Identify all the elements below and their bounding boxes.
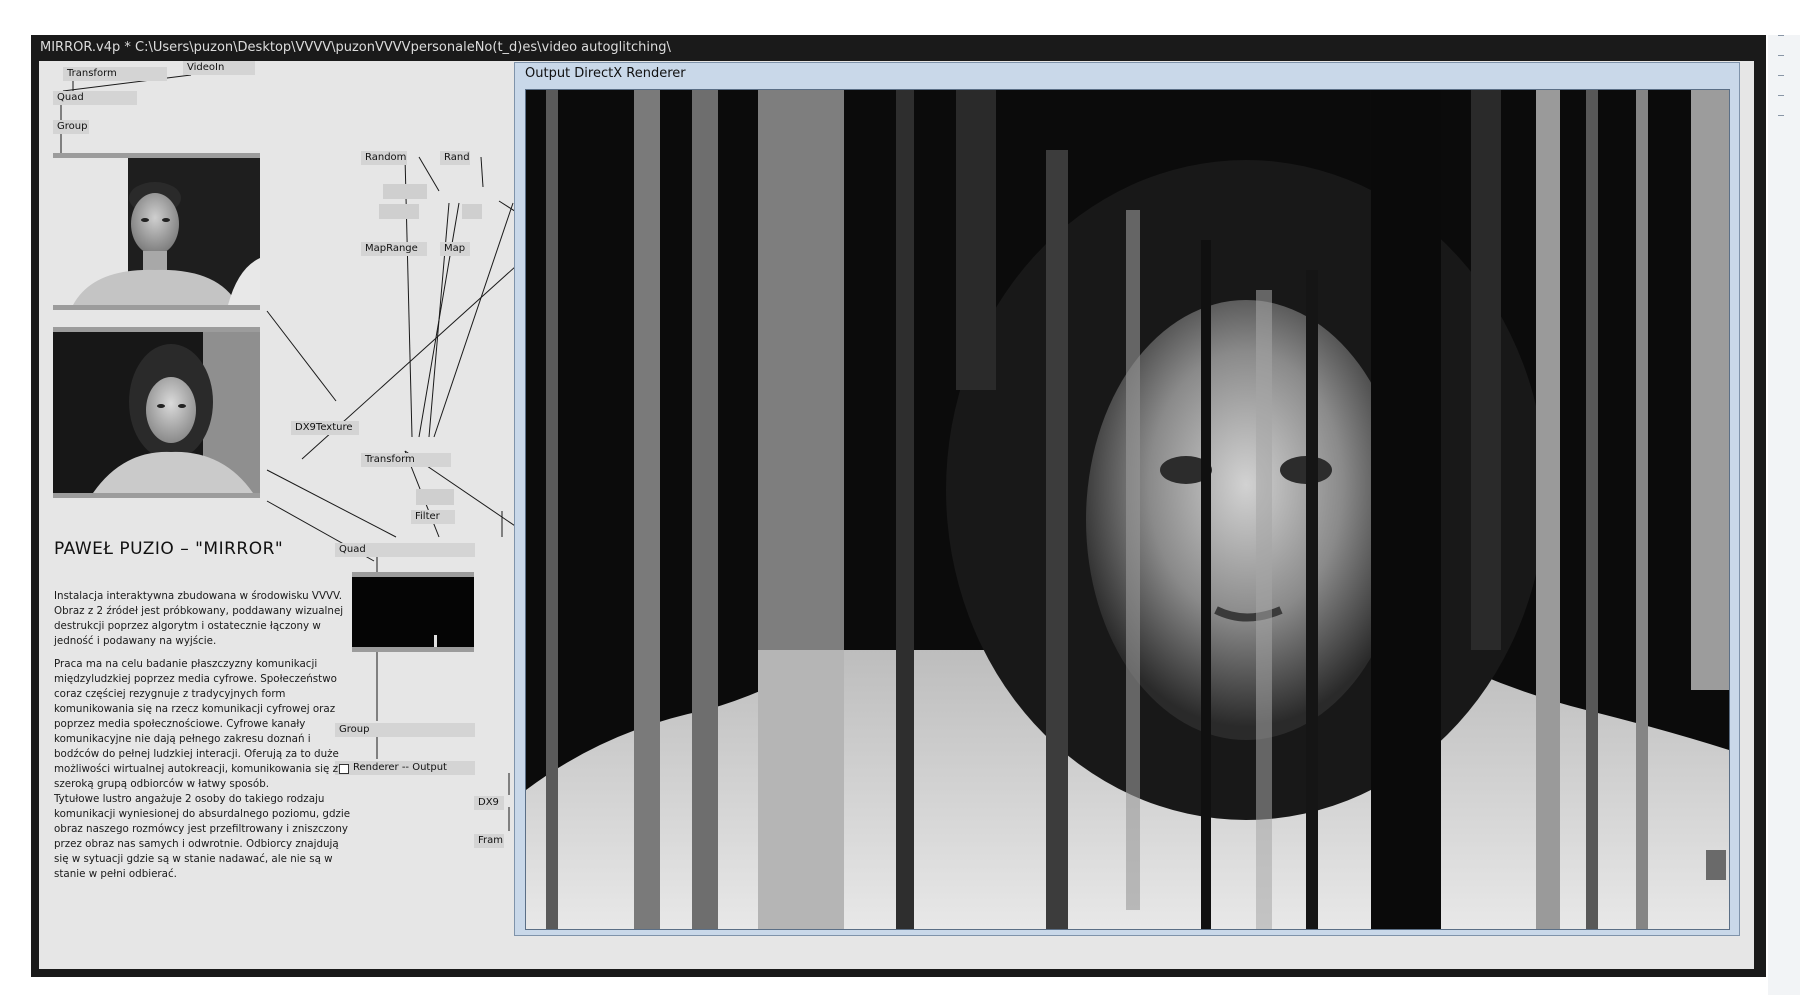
output-window-title: Output DirectX Renderer [525, 66, 686, 81]
iobox[interactable] [462, 204, 482, 219]
node-frame[interactable]: Fram [474, 834, 504, 848]
node-random-2[interactable]: Rand [440, 151, 470, 165]
render-preview[interactable] [352, 572, 474, 652]
node-quad-mid[interactable]: Quad [335, 543, 475, 557]
node-group-bottom[interactable]: Group [335, 723, 475, 737]
renderer-label: Renderer -- Output [353, 762, 447, 773]
installation-title: PAWEŁ PUZIO – "MIRROR" [54, 539, 284, 559]
node-transform[interactable]: Transform [63, 67, 167, 81]
output-window[interactable]: Output DirectX Renderer [514, 62, 1740, 936]
node-videoin[interactable]: VideoIn [183, 61, 255, 75]
node-dx9texture[interactable]: DX9Texture [291, 421, 359, 435]
description-paragraph-1: Instalacja interaktywna zbudowana w środ… [54, 590, 344, 647]
iobox[interactable] [379, 204, 419, 219]
node-transform-mid[interactable]: Transform [361, 453, 451, 467]
video-preview-left[interactable] [53, 153, 260, 310]
desktop-edge [1768, 35, 1800, 995]
webcam-woman-image [53, 332, 260, 493]
description-paragraph-3: Tytułowe lustro angażuje 2 osoby do taki… [54, 793, 351, 880]
wire[interactable] [418, 202, 460, 438]
node-dx9[interactable]: DX9 [474, 796, 504, 810]
iobox[interactable] [416, 489, 454, 505]
node-quad[interactable]: Quad [53, 91, 137, 105]
node-renderer[interactable]: Renderer -- Output [335, 761, 475, 775]
webcam-man-image [53, 158, 260, 305]
node-filter[interactable]: Filter [411, 510, 455, 524]
glitched-face-image [526, 90, 1729, 929]
wire[interactable] [266, 310, 337, 402]
window-title: MIRROR.v4p * C:\Users\puzon\Desktop\VVVV… [40, 40, 671, 55]
description-paragraph-2: Praca ma na celu badanie płaszczyzny kom… [54, 658, 339, 790]
wire[interactable] [404, 156, 413, 438]
render-preview-image [352, 577, 474, 647]
wire[interactable] [266, 469, 397, 538]
node-maprange-2[interactable]: Map [440, 242, 470, 256]
iobox[interactable] [383, 184, 427, 199]
node-maprange[interactable]: MapRange [361, 242, 427, 256]
node-group[interactable]: Group [53, 120, 89, 134]
video-preview-right[interactable] [53, 327, 260, 498]
wire[interactable] [480, 156, 484, 188]
node-random[interactable]: Random [361, 151, 407, 165]
output-render-area [525, 89, 1730, 930]
